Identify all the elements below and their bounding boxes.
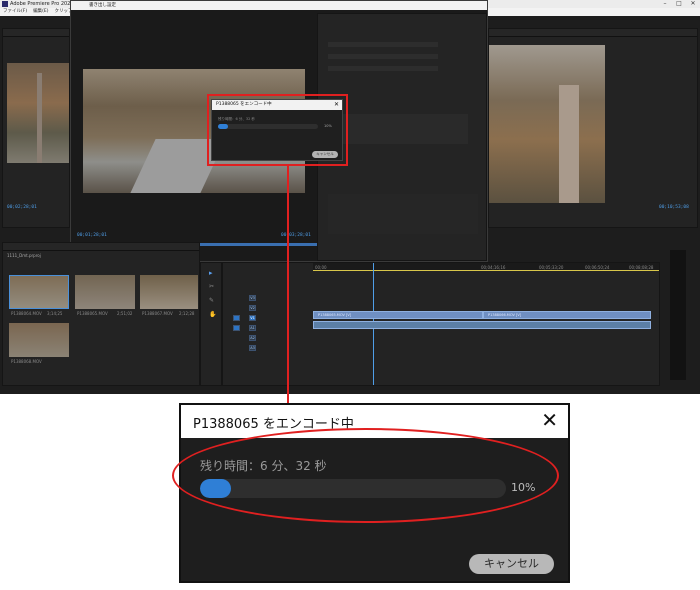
project-item-thumb[interactable] bbox=[9, 275, 69, 309]
track-toggle-v3[interactable]: V3 bbox=[249, 295, 256, 301]
minimize-icon[interactable]: – bbox=[658, 0, 672, 8]
source-patch-a1[interactable] bbox=[233, 325, 240, 331]
export-out-timecode: 00;03;28;01 bbox=[281, 233, 311, 238]
close-icon[interactable]: ✕ bbox=[686, 0, 700, 8]
ruler-tick: 00;08;08;28 bbox=[629, 265, 654, 270]
program-timecode: 00;10;53;08 bbox=[659, 205, 689, 210]
callout-connector bbox=[287, 166, 289, 406]
highlight-box bbox=[207, 94, 348, 166]
track-toggle-a3[interactable]: A3 bbox=[249, 345, 256, 351]
razor-tool-icon[interactable]: ✂ bbox=[209, 283, 214, 290]
project-item-thumb[interactable] bbox=[9, 323, 69, 357]
project-name: 1111_Dmt.prproj bbox=[7, 253, 41, 258]
project-item-name: P1388068.MOV bbox=[11, 359, 42, 364]
export-window-titlebar: 書き出し設定 bbox=[71, 1, 487, 10]
premiere-screenshot: Adobe Premiere Pro 2020 - C:\ – □ ✕ ファイル… bbox=[0, 0, 700, 394]
export-in-timecode: 00;01;28;01 bbox=[77, 233, 107, 238]
source-preview bbox=[7, 63, 69, 163]
hand-tool-icon[interactable]: ✋ bbox=[209, 311, 216, 318]
ruler-tick: 00;05;33;20 bbox=[539, 265, 564, 270]
project-item-thumb[interactable] bbox=[75, 275, 135, 309]
project-item-name: P1388064.MOV bbox=[11, 311, 42, 316]
export-window-title: 書き出し設定 bbox=[89, 3, 116, 8]
program-monitor: 00;10;53;08 bbox=[488, 28, 698, 228]
highlight-ellipse bbox=[172, 428, 559, 523]
project-item-duration: 2;51;02 bbox=[117, 311, 133, 316]
track-toggle-v1[interactable]: V1 bbox=[249, 315, 256, 321]
project-item-duration: 2;12;28 bbox=[179, 311, 195, 316]
cancel-button[interactable]: キャンセル bbox=[469, 554, 554, 574]
tools-panel: ▸ ✂ ✎ ✋ bbox=[200, 262, 222, 386]
timeline-clip[interactable]: P1388066.MOV [V] bbox=[483, 311, 651, 319]
premiere-app-icon bbox=[2, 1, 8, 7]
project-item-name: P1388065.MOV bbox=[77, 311, 108, 316]
pen-tool-icon[interactable]: ✎ bbox=[209, 297, 214, 304]
track-toggle-a1[interactable]: A1 bbox=[249, 325, 256, 331]
project-panel: 1111_Dmt.prproj P1388064.MOV 3;14;25 P13… bbox=[2, 242, 200, 386]
ruler-tick: 00;04;16;16 bbox=[481, 265, 506, 270]
track-toggle-a2[interactable]: A2 bbox=[249, 335, 256, 341]
select-tool-icon[interactable]: ▸ bbox=[209, 269, 213, 277]
source-patch-v1[interactable] bbox=[233, 315, 240, 321]
project-item-thumb[interactable] bbox=[140, 275, 198, 309]
ruler-tick: 00;00 bbox=[315, 265, 327, 270]
time-ruler[interactable]: 00;00 00;04;16;16 00;05;33;20 00;06;50;2… bbox=[313, 263, 659, 271]
maximize-icon[interactable]: □ bbox=[672, 0, 686, 8]
timeline-clip[interactable]: P1388065.MOV [V] bbox=[313, 311, 483, 319]
track-toggle-v2[interactable]: V2 bbox=[249, 305, 256, 311]
source-monitor: 00;02;28;01 bbox=[2, 28, 70, 228]
source-timecode: 00;02;28;01 bbox=[7, 205, 37, 210]
project-tabs[interactable] bbox=[3, 243, 199, 251]
ruler-tick: 00;06;50;24 bbox=[585, 265, 610, 270]
menu-file[interactable]: ファイル(F) bbox=[3, 8, 27, 16]
timeline-audio-clip[interactable] bbox=[313, 321, 651, 329]
project-item-duration: 3;14;25 bbox=[47, 311, 63, 316]
menu-edit[interactable]: 編集(E) bbox=[33, 8, 48, 16]
project-item-name: P1388067.MOV bbox=[142, 311, 173, 316]
program-tabs[interactable] bbox=[489, 29, 697, 37]
source-tabs[interactable] bbox=[3, 29, 69, 37]
program-preview bbox=[489, 45, 605, 203]
audio-meter bbox=[670, 250, 686, 380]
window-controls: – □ ✕ bbox=[658, 0, 700, 8]
close-icon[interactable]: ✕ bbox=[541, 408, 558, 432]
